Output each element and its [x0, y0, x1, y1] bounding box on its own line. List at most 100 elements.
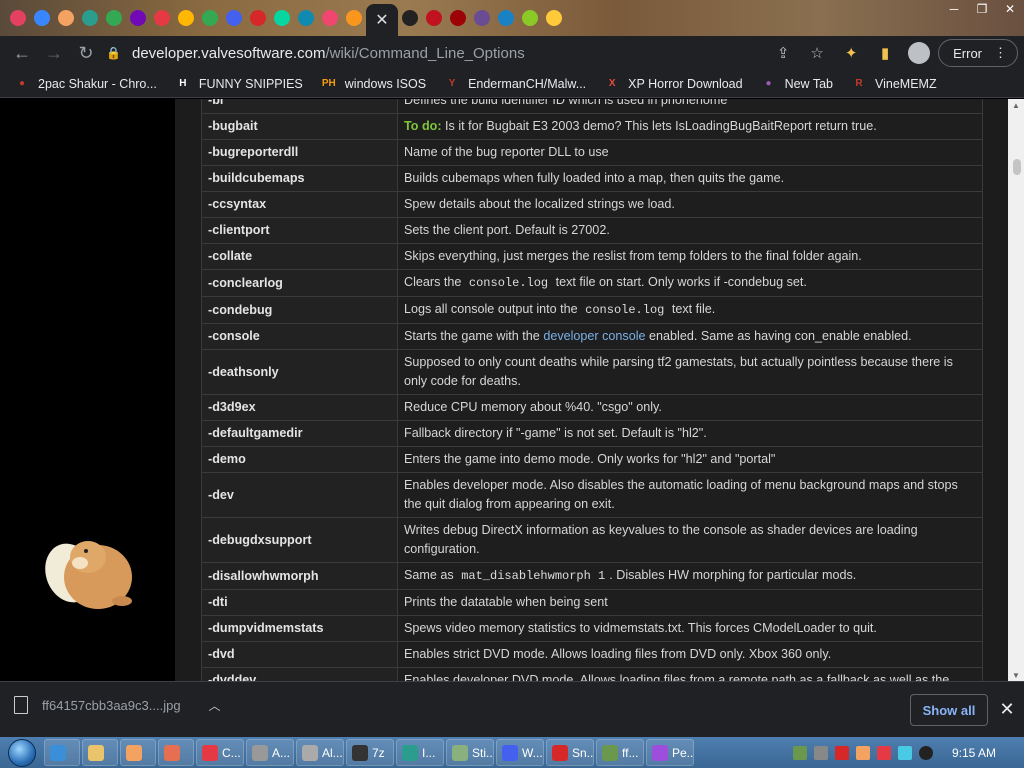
tray-icon[interactable] [792, 745, 807, 760]
tab-icon[interactable] [222, 4, 246, 32]
description-text: Enables strict DVD mode. Allows loading … [404, 647, 832, 661]
chrome-icon[interactable] [102, 4, 126, 32]
tab-icon[interactable] [126, 4, 150, 32]
taskbar-app[interactable]: W... [496, 739, 544, 766]
bookmark-item[interactable]: PH windows ISOS [321, 76, 426, 92]
taskbar-app-label: Sti... [472, 745, 494, 760]
taskbar: C... A... Al... 7z I... Sti... W... Sn... ff... P… [0, 737, 1024, 768]
tab-icon[interactable] [294, 4, 318, 32]
bookmark-label: XP Horror Download [628, 76, 743, 91]
back-icon[interactable]: ← [6, 37, 38, 69]
lock-icon: 🔒 [106, 46, 121, 60]
taskbar-app[interactable]: ff... [596, 739, 644, 766]
minimize-icon[interactable]: ─ [940, 0, 968, 18]
table-row: -ccsyntax Spew details about the localize… [201, 191, 983, 218]
kebab-menu-icon: ⋮ [994, 45, 1007, 60]
taskbar-app[interactable] [82, 739, 118, 766]
description-text: text file. [668, 302, 716, 316]
table-row: -conclearlog Clears the console.log text … [201, 269, 983, 297]
option-name: -clientport [201, 217, 398, 244]
tab-icon[interactable] [270, 4, 294, 32]
table-row: -dev Enables developer mode. Also disable… [201, 472, 983, 518]
folder-icon [88, 744, 104, 761]
bookmark-item[interactable]: Y EndermanCH/Malw... [444, 76, 586, 92]
bookmark-item[interactable]: R VineMEMZ [851, 76, 936, 92]
start-button[interactable] [0, 737, 44, 768]
tab-icon[interactable] [494, 4, 518, 32]
download-item[interactable]: ff64157cbb3aa9c3....jpg ︿ [14, 696, 221, 714]
taskbar-app[interactable]: C... [196, 739, 244, 766]
chrome-icon[interactable] [198, 4, 222, 32]
tab-icon[interactable] [518, 4, 542, 32]
tab-icon[interactable] [54, 4, 78, 32]
taskbar-app[interactable]: Sn... [546, 739, 594, 766]
bookmark-icon: PH [321, 78, 336, 89]
sidepanel-icon[interactable]: ▮ [870, 39, 900, 67]
option-description: Enters the game into demo mode. Only wor… [397, 446, 983, 473]
tab-close-icon[interactable]: ✕ [375, 10, 388, 30]
taskbar-app[interactable] [158, 739, 194, 766]
tab-icon[interactable] [78, 4, 102, 32]
taskbar-app[interactable]: I... [396, 739, 444, 766]
bookmark-star-icon[interactable]: ☆ [802, 39, 832, 67]
scroll-down-icon[interactable]: ▼ [1008, 669, 1024, 681]
tab-icon[interactable] [318, 4, 342, 32]
close-icon[interactable]: ✕ [996, 698, 1018, 720]
option-name: -console [201, 323, 398, 350]
table-row: -console Starts the game with the develop… [201, 323, 983, 350]
option-description: Writes debug DirectX information as keyv… [397, 517, 983, 563]
tab-icon[interactable] [174, 4, 198, 32]
forward-icon[interactable]: → [38, 37, 70, 69]
tray-icon[interactable] [918, 745, 933, 760]
show-all-button[interactable]: Show all [910, 694, 988, 726]
bookmark-item[interactable]: X XP Horror Download [604, 76, 743, 92]
bookmark-item[interactable]: ● 2pac Shakur - Chro... [14, 76, 157, 92]
skull-icon[interactable] [398, 4, 422, 32]
scrollbar-thumb[interactable] [1013, 159, 1021, 175]
tab-icon[interactable] [446, 4, 470, 32]
description-text: Spews video memory statistics to vidmems… [404, 621, 877, 635]
active-tab[interactable]: ✕ [366, 4, 398, 36]
option-name: -dev [201, 472, 398, 518]
taskbar-app[interactable] [44, 739, 80, 766]
tab-icon[interactable] [470, 4, 494, 32]
bookmark-item[interactable]: ● New Tab [761, 76, 833, 92]
option-name: -dvddev [201, 667, 398, 681]
address-bar[interactable]: 🔒 developer.valvesoftware.com/wiki/Comma… [106, 39, 846, 67]
taskbar-app[interactable]: A... [246, 739, 294, 766]
close-window-icon[interactable]: ✕ [996, 0, 1024, 18]
wiki-link[interactable]: developer console [543, 329, 645, 343]
instagram-icon[interactable] [6, 4, 30, 32]
extensions-icon[interactable]: ✦ [836, 39, 866, 67]
tray-icon[interactable] [834, 745, 849, 760]
tray-icon[interactable] [855, 745, 870, 760]
download-filename: ff64157cbb3aa9c3....jpg [42, 697, 181, 713]
bookmark-item[interactable]: H FUNNY SNIPPIES [175, 76, 303, 92]
chevron-up-icon[interactable]: ︿ [209, 697, 221, 714]
page-scrollbar[interactable]: ▲ ▼ [1008, 99, 1024, 681]
share-icon[interactable]: ⇪ [768, 39, 798, 67]
profile-avatar[interactable] [908, 42, 931, 64]
taskbar-app[interactable]: Al... [296, 739, 344, 766]
scroll-up-icon[interactable]: ▲ [1008, 99, 1024, 111]
tray-icon[interactable] [876, 745, 891, 760]
tray-icon[interactable] [813, 745, 828, 760]
table-row: -disallowhwmorph Same as mat_disablehwmor… [201, 562, 983, 590]
tray-icon[interactable] [897, 745, 912, 760]
tab-icon[interactable] [342, 4, 366, 32]
taskbar-app[interactable]: Sti... [446, 739, 494, 766]
tab-icon[interactable] [542, 4, 566, 32]
tab-icon[interactable] [422, 4, 446, 32]
maximize-icon[interactable]: ❐ [968, 0, 996, 18]
error-button[interactable]: Error ⋮ [938, 39, 1018, 67]
tab-icon[interactable] [246, 4, 270, 32]
inline-code: console.log [585, 303, 665, 317]
taskbar-app[interactable]: Pe... [646, 739, 694, 766]
taskbar-app[interactable]: 7z [346, 739, 394, 766]
app-icon [164, 744, 180, 761]
reload-icon[interactable]: ↻ [70, 37, 102, 69]
description-text: Builds cubemaps when fully loaded into a… [404, 171, 785, 185]
tab-icon[interactable] [150, 4, 174, 32]
tab-icon[interactable] [30, 4, 54, 32]
taskbar-app[interactable] [120, 739, 156, 766]
